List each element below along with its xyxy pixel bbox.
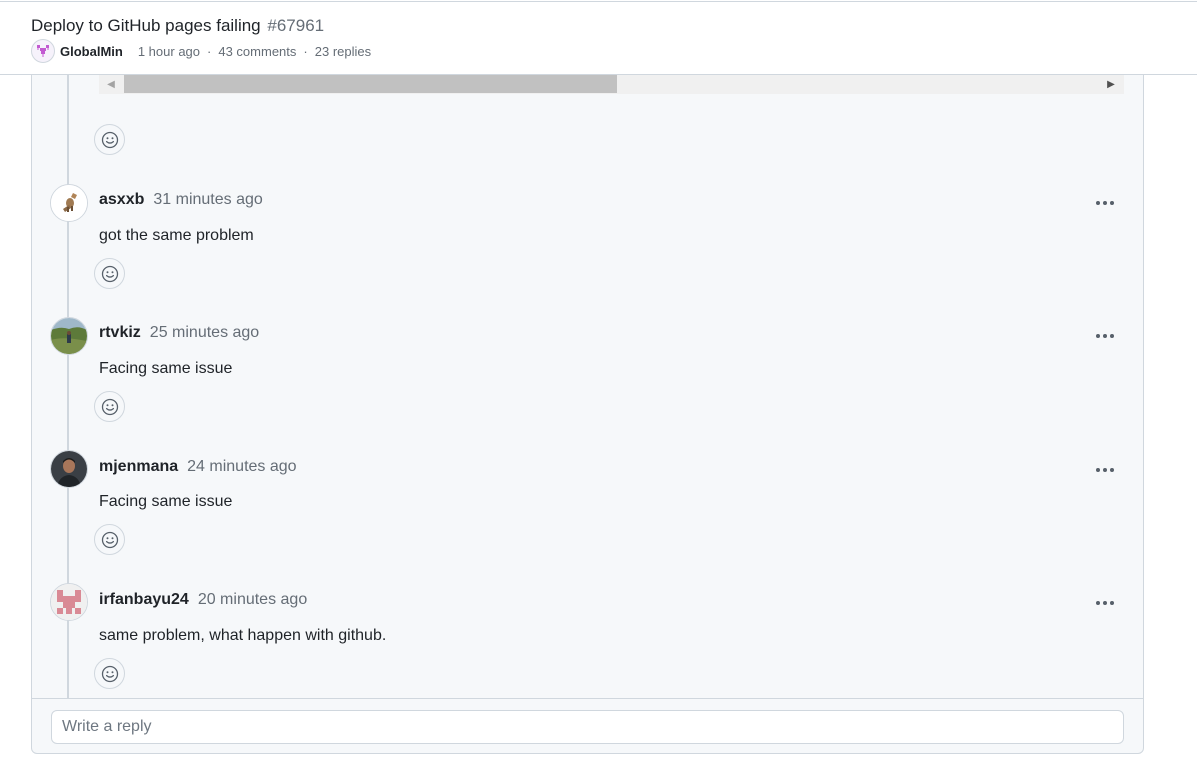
discussion-number: #67961 bbox=[267, 16, 325, 35]
reply-header: mjenmana 24 minutes ago bbox=[99, 458, 297, 480]
reply-body: got the same problem bbox=[99, 227, 254, 244]
scroll-right-arrow-icon[interactable]: ▶ bbox=[1101, 74, 1121, 94]
discussion-title-row: Deploy to GitHub pages failing #67961 bbox=[31, 16, 324, 36]
author-avatar[interactable] bbox=[31, 39, 55, 63]
reply-time[interactable]: 24 minutes ago bbox=[187, 458, 296, 476]
smiley-icon bbox=[101, 398, 118, 415]
reply-author[interactable]: mjenmana bbox=[99, 458, 178, 476]
reply-body: same problem, what happen with github. bbox=[99, 627, 387, 644]
kebab-horizontal-icon bbox=[1096, 334, 1100, 338]
reply-header: irfanbayu24 20 minutes ago bbox=[99, 591, 307, 613]
write-reply-input[interactable] bbox=[51, 710, 1124, 744]
platypus-avatar-icon bbox=[51, 185, 87, 221]
identicon-avatar-icon bbox=[51, 584, 87, 620]
reply-time[interactable]: 20 minutes ago bbox=[198, 591, 307, 609]
reply-time[interactable]: 25 minutes ago bbox=[150, 324, 259, 342]
discussion-meta: GlobalMin 1 hour ago · 43 comments · 23 … bbox=[31, 39, 371, 63]
avatar-irfanbayu24[interactable] bbox=[50, 583, 88, 621]
meta-separator: · bbox=[303, 43, 308, 59]
comment-count: 43 comments bbox=[218, 43, 297, 59]
smiley-icon bbox=[101, 265, 118, 282]
more-options-button[interactable] bbox=[1090, 593, 1120, 613]
add-reaction-button[interactable] bbox=[94, 124, 125, 155]
created-time[interactable]: 1 hour ago bbox=[138, 44, 200, 59]
reply-body: Facing same issue bbox=[99, 360, 233, 377]
avatar-asxxb[interactable] bbox=[50, 184, 88, 222]
smiley-icon bbox=[101, 131, 118, 148]
landscape-photo-avatar-icon bbox=[51, 318, 87, 354]
kebab-horizontal-icon bbox=[1096, 201, 1100, 205]
discussion-header: Deploy to GitHub pages failing #67961 Gl… bbox=[0, 2, 1197, 75]
reply-time[interactable]: 31 minutes ago bbox=[153, 191, 262, 209]
reply-thread-panel bbox=[31, 60, 1144, 754]
scroll-left-arrow-icon[interactable]: ◀ bbox=[101, 74, 121, 94]
reply-body: Facing same issue bbox=[99, 493, 233, 510]
more-options-button[interactable] bbox=[1090, 193, 1120, 213]
reply-divider bbox=[32, 698, 1143, 699]
globalmin-avatar-icon bbox=[37, 45, 49, 57]
reply-header: rtvkiz 25 minutes ago bbox=[99, 324, 259, 346]
discussion-title[interactable]: Deploy to GitHub pages failing bbox=[31, 16, 261, 35]
add-reaction-button[interactable] bbox=[94, 658, 125, 689]
smiley-icon bbox=[101, 531, 118, 548]
scrollbar-thumb[interactable] bbox=[124, 75, 617, 93]
add-reaction-button[interactable] bbox=[94, 258, 125, 289]
reply-author[interactable]: rtvkiz bbox=[99, 324, 141, 342]
reply-header: asxxb 31 minutes ago bbox=[99, 191, 263, 213]
reply-author[interactable]: irfanbayu24 bbox=[99, 591, 189, 609]
smiley-icon bbox=[101, 665, 118, 682]
reply-count: 23 replies bbox=[314, 43, 372, 59]
avatar-mjenmana[interactable] bbox=[50, 450, 88, 488]
reply-author[interactable]: asxxb bbox=[99, 191, 144, 209]
kebab-horizontal-icon bbox=[1096, 468, 1100, 472]
meta-separator: · bbox=[207, 43, 212, 59]
add-reaction-button[interactable] bbox=[94, 524, 125, 555]
person-photo-avatar-icon bbox=[51, 451, 87, 487]
more-options-button[interactable] bbox=[1090, 460, 1120, 480]
avatar-rtvkiz[interactable] bbox=[50, 317, 88, 355]
more-options-button[interactable] bbox=[1090, 326, 1120, 346]
add-reaction-button[interactable] bbox=[94, 391, 125, 422]
author-link[interactable]: GlobalMin bbox=[60, 44, 123, 59]
kebab-horizontal-icon bbox=[1096, 601, 1100, 605]
